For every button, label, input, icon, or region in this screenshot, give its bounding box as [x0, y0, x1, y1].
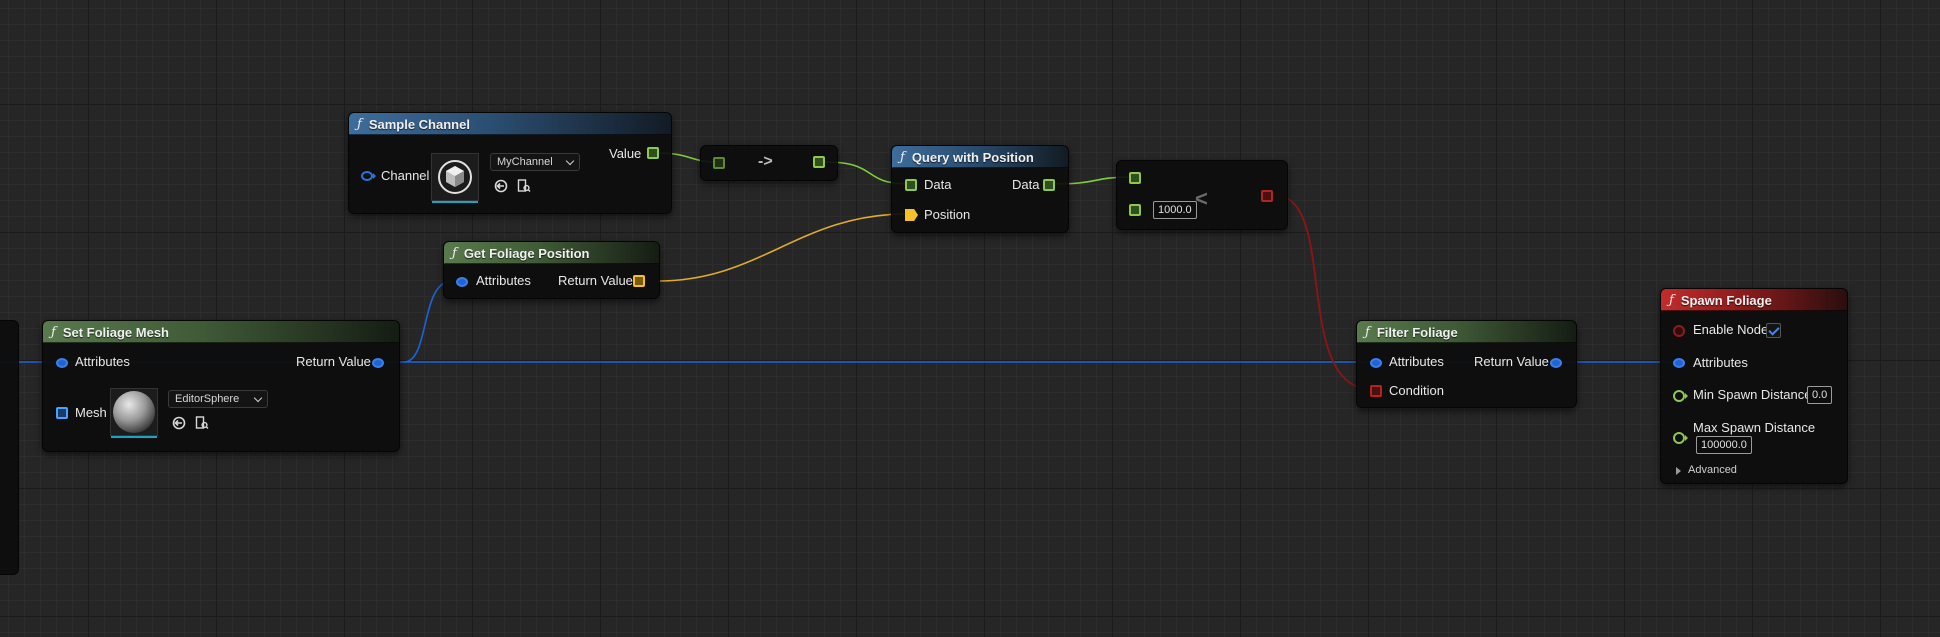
- convert-symbol: ->: [758, 153, 773, 170]
- return-value-label: Return Value: [296, 354, 371, 369]
- pin-arrow-icon: [1685, 435, 1688, 441]
- position-label: Position: [924, 207, 971, 222]
- data-input-pin[interactable]: [905, 179, 917, 191]
- attributes-input-pin[interactable]: [56, 358, 68, 368]
- node-title: Filter Foliage: [1376, 324, 1458, 340]
- advanced-toggle[interactable]: Advanced: [1688, 464, 1737, 476]
- data-output-pin[interactable]: [1043, 179, 1055, 191]
- value-output-pin[interactable]: [647, 147, 659, 159]
- query-with-position-node[interactable]: ƒ Query with Position Data Data Position: [891, 145, 1069, 233]
- pin-arrow-icon: [1685, 393, 1688, 399]
- b-input-pin[interactable]: [1129, 204, 1141, 216]
- position-input-pin[interactable]: [905, 209, 918, 221]
- mesh-input-pin[interactable]: [56, 407, 68, 419]
- attributes-label: Attributes: [1389, 354, 1444, 369]
- mesh-dropdown[interactable]: EditorSphere: [168, 390, 268, 408]
- node-header: ƒ Set Foliage Mesh: [43, 321, 399, 343]
- mesh-dropdown-value: EditorSphere: [175, 393, 240, 405]
- function-icon: ƒ: [357, 116, 362, 132]
- function-icon: ƒ: [900, 149, 905, 165]
- wire-position-to-query: [657, 213, 907, 282]
- pin-arrow-icon: [373, 173, 376, 179]
- max-spawn-distance-field[interactable]: 100000.0: [1696, 436, 1752, 454]
- use-selected-icon[interactable]: [494, 179, 508, 193]
- data-output-label: Data: [1012, 177, 1040, 192]
- convert-output-pin[interactable]: [813, 156, 825, 168]
- expand-arrow-icon[interactable]: [1676, 467, 1681, 475]
- attributes-input-pin[interactable]: [1673, 358, 1685, 368]
- sample-channel-node[interactable]: ƒ Sample Channel Channel MyChannel Value: [348, 112, 672, 214]
- enable-node-input-pin[interactable]: [1673, 325, 1685, 337]
- less-than-symbol: <: [1195, 186, 1208, 211]
- attributes-label: Attributes: [75, 354, 130, 369]
- node-title: Get Foliage Position: [463, 245, 590, 261]
- node-header: ƒ Query with Position: [892, 146, 1068, 168]
- enable-node-checkbox[interactable]: [1766, 323, 1781, 338]
- mesh-asset-thumbnail[interactable]: [110, 388, 158, 438]
- chevron-down-icon: [565, 156, 575, 166]
- convert-input-pin[interactable]: [713, 157, 725, 169]
- convert-node[interactable]: ->: [700, 145, 838, 181]
- node-header: ƒ Sample Channel: [349, 113, 671, 135]
- node-header: ƒ Get Foliage Position: [444, 242, 659, 264]
- less-than-node[interactable]: 1000.0 <: [1116, 160, 1288, 230]
- browse-asset-icon[interactable]: [517, 179, 531, 193]
- return-value-output-pin[interactable]: [1550, 358, 1562, 368]
- min-spawn-distance-field[interactable]: 0.0: [1807, 386, 1833, 404]
- enable-node-label: Enable Node: [1693, 322, 1769, 337]
- return-value-output-pin[interactable]: [372, 358, 384, 368]
- max-spawn-distance-pin[interactable]: [1673, 432, 1685, 444]
- chevron-down-icon: [253, 393, 263, 403]
- filter-foliage-node[interactable]: ƒ Filter Foliage Attributes Return Value…: [1356, 320, 1577, 408]
- function-icon: ƒ: [452, 245, 457, 261]
- sphere-asset-icon: [113, 391, 155, 433]
- mesh-label: Mesh: [75, 405, 107, 420]
- node-title: Sample Channel: [368, 116, 470, 132]
- condition-label: Condition: [1389, 383, 1444, 398]
- thumbnail-underline: [432, 201, 478, 203]
- node-title: Set Foliage Mesh: [62, 324, 170, 340]
- attributes-label: Attributes: [476, 273, 531, 288]
- function-icon: ƒ: [1365, 324, 1370, 340]
- min-spawn-distance-pin[interactable]: [1673, 390, 1685, 402]
- b-value-field[interactable]: 1000.0: [1153, 201, 1197, 219]
- data-input-label: Data: [924, 177, 952, 192]
- channel-asset-thumbnail[interactable]: [431, 153, 479, 203]
- offscreen-node[interactable]: [0, 320, 19, 575]
- use-selected-icon[interactable]: [172, 416, 186, 430]
- condition-input-pin[interactable]: [1370, 385, 1382, 397]
- attributes-input-pin[interactable]: [1370, 358, 1382, 368]
- return-value-label: Return Value: [558, 273, 633, 288]
- channel-dropdown[interactable]: MyChannel: [490, 153, 580, 171]
- max-spawn-distance-label: Max Spawn Distance: [1693, 420, 1816, 435]
- spawn-foliage-node[interactable]: ƒ Spawn Foliage Enable Node Attributes M…: [1660, 288, 1848, 484]
- return-value-label: Return Value: [1474, 354, 1549, 369]
- browse-asset-icon[interactable]: [195, 416, 209, 430]
- channel-dropdown-value: MyChannel: [497, 156, 553, 168]
- min-spawn-distance-label: Min Spawn Distance: [1693, 387, 1812, 402]
- channel-label: Channel: [381, 168, 430, 183]
- function-icon: ƒ: [51, 324, 56, 340]
- node-title: Spawn Foliage: [1680, 292, 1772, 308]
- channel-input-pin[interactable]: [361, 171, 373, 181]
- function-icon: ƒ: [1669, 292, 1674, 308]
- cube-asset-icon: [438, 160, 472, 194]
- get-foliage-position-node[interactable]: ƒ Get Foliage Position Attributes Return…: [443, 241, 660, 299]
- return-value-output-pin[interactable]: [633, 275, 645, 287]
- connection-wires: [0, 152, 1680, 391]
- node-header: ƒ Spawn Foliage: [1661, 289, 1847, 311]
- result-output-pin[interactable]: [1261, 190, 1273, 202]
- attributes-input-pin[interactable]: [456, 277, 468, 287]
- value-label: Value: [609, 146, 642, 161]
- node-title: Query with Position: [911, 149, 1034, 165]
- a-input-pin[interactable]: [1129, 172, 1141, 184]
- set-foliage-mesh-node[interactable]: ƒ Set Foliage Mesh Attributes Return Val…: [42, 320, 400, 452]
- attributes-label: Attributes: [1693, 355, 1748, 370]
- node-header: ƒ Filter Foliage: [1357, 321, 1576, 343]
- thumbnail-underline: [111, 436, 157, 438]
